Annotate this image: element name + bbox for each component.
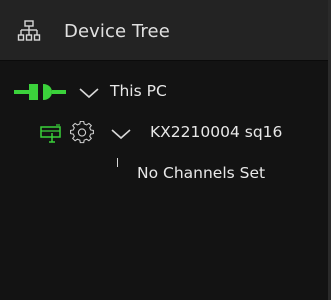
- connected-plug-icon: [14, 84, 66, 100]
- usb-device-icon: [40, 124, 61, 143]
- panel-header: Device Tree: [0, 0, 331, 61]
- tree-node-device[interactable]: KX2210004 sq16: [0, 119, 331, 145]
- tree-node-no-channels[interactable]: No Channels Set: [0, 162, 331, 188]
- tree-node-this-pc[interactable]: This PC: [0, 80, 331, 106]
- tree-node-label: This PC: [110, 82, 167, 100]
- chevron-down-icon[interactable]: [110, 128, 132, 140]
- chevron-down-icon[interactable]: [78, 87, 100, 99]
- device-tree-panel: Device Tree This PC KX2210004 sq16 No Ch…: [0, 0, 331, 300]
- panel-title: Device Tree: [64, 21, 170, 42]
- gear-icon[interactable]: [70, 121, 94, 145]
- sitemap-icon: [17, 20, 41, 41]
- tree-node-label: KX2210004 sq16: [150, 123, 283, 141]
- tree-node-label: No Channels Set: [137, 164, 266, 182]
